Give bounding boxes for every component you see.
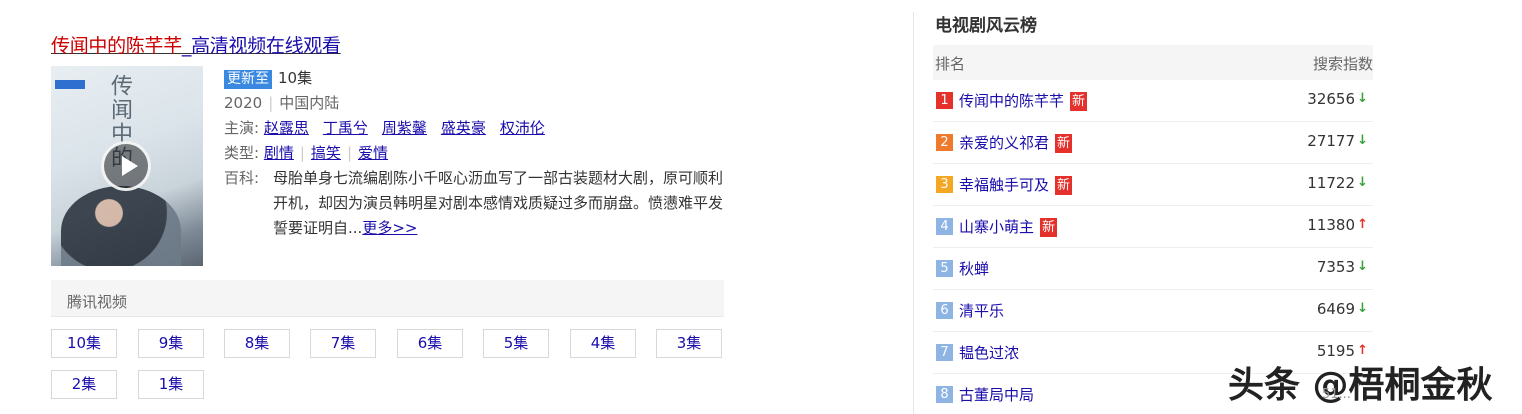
search-index-value: 32656 bbox=[1307, 90, 1355, 108]
more-link[interactable]: 更多>> bbox=[362, 219, 417, 237]
wiki-label: 百科: bbox=[224, 169, 260, 187]
source-name: 腾讯视频 bbox=[67, 293, 128, 311]
column-divider bbox=[913, 12, 914, 414]
watermark: 头条 @梧桐金秋 bbox=[1228, 365, 1493, 406]
watermark-small: 51... bbox=[1322, 387, 1351, 402]
genre-link[interactable]: 爱情 bbox=[358, 144, 388, 162]
rank-column-header: 排名 bbox=[935, 55, 966, 73]
wiki-description: 百科: 母胎单身七流编剧陈小千呕心沥血写了一部古装题材大剧，原可顺利开机，却因为… bbox=[224, 166, 724, 241]
ranking-header: 排名 搜索指数 bbox=[933, 45, 1373, 80]
rank-item-name[interactable]: 秋蝉 bbox=[959, 260, 989, 278]
update-row: 更新至 10集 bbox=[224, 66, 559, 91]
trend-down-icon: ↓ bbox=[1357, 91, 1368, 106]
ranking-row[interactable]: 6 清平乐 6469 ↓ bbox=[933, 290, 1373, 332]
episode-button[interactable]: 1集 bbox=[138, 370, 204, 399]
rank-item-link[interactable]: 清平乐 bbox=[959, 300, 1004, 321]
result-title-link[interactable]: 传闻中的陈芊芊_高清视频在线观看 bbox=[51, 31, 341, 58]
cast-link[interactable]: 周紫馨 bbox=[382, 119, 427, 137]
search-index-value: 11722 bbox=[1307, 174, 1355, 192]
update-badge: 更新至 bbox=[224, 70, 272, 89]
episode-button[interactable]: 2集 bbox=[51, 370, 117, 399]
rank-number-badge: 6 bbox=[936, 302, 953, 319]
episode-button[interactable]: 4集 bbox=[570, 329, 636, 358]
search-index-value: 7353 bbox=[1316, 258, 1355, 276]
source-bar: 腾讯视频 bbox=[51, 280, 724, 317]
ranking-row[interactable]: 3 幸福触手可及新 11722 ↓ bbox=[933, 164, 1373, 206]
year: 2020 bbox=[224, 94, 263, 112]
cast-link[interactable]: 赵露思 bbox=[264, 119, 309, 137]
rank-number-badge: 2 bbox=[936, 134, 953, 151]
episode-count: 10集 bbox=[278, 69, 313, 87]
new-badge: 新 bbox=[1055, 176, 1073, 195]
new-badge: 新 bbox=[1070, 92, 1088, 111]
genre-row: 类型: 剧情 | 搞笑 | 爱情 bbox=[224, 141, 559, 166]
rank-number-badge: 4 bbox=[936, 218, 953, 235]
rank-number-badge: 5 bbox=[936, 260, 953, 277]
trend-down-icon: ↓ bbox=[1357, 301, 1368, 316]
trend-down-icon: ↓ bbox=[1357, 259, 1368, 274]
wiki-text: 母胎单身七流编剧陈小千呕心沥血写了一部古装题材大剧，原可顺利开机，却因为演员韩明… bbox=[273, 169, 724, 237]
episode-button[interactable]: 7集 bbox=[310, 329, 376, 358]
episode-button[interactable]: 6集 bbox=[397, 329, 463, 358]
separator: | bbox=[299, 144, 305, 162]
ranking-row[interactable]: 5 秋蝉 7353 ↓ bbox=[933, 248, 1373, 290]
cast-label: 主演: bbox=[224, 119, 260, 137]
poster-logo-tag bbox=[55, 80, 85, 89]
trend-down-icon: ↓ bbox=[1357, 133, 1368, 148]
index-column-header: 搜索指数 bbox=[1312, 55, 1373, 73]
trend-down-icon: ↓ bbox=[1357, 175, 1368, 190]
trend-up-icon: ↑ bbox=[1357, 217, 1368, 232]
rank-item-name[interactable]: 亲爱的义祁君 bbox=[959, 134, 1049, 152]
rank-item-link[interactable]: 古董局中局 bbox=[959, 384, 1034, 405]
region: 中国内陆 bbox=[279, 94, 340, 112]
result-info: 更新至 10集 2020 | 中国内陆 主演: 赵露思 丁禹兮 周紫馨 盛英豪 权沛伦 类型:… bbox=[224, 66, 723, 237]
search-index-value: 11380 bbox=[1307, 216, 1355, 234]
title-rest[interactable]: _高清视频在线观看 bbox=[182, 35, 341, 57]
rank-number-badge: 3 bbox=[936, 176, 953, 193]
ranking-row[interactable]: 1 传闻中的陈芊芊新 32656 ↓ bbox=[933, 80, 1373, 122]
meta-row: 2020 | 中国内陆 bbox=[224, 91, 559, 116]
poster-thumbnail[interactable]: 传闻中的 bbox=[51, 66, 203, 266]
rank-item-name[interactable]: 幸福触手可及 bbox=[959, 176, 1049, 194]
new-badge: 新 bbox=[1040, 218, 1058, 237]
cast-link[interactable]: 盛英豪 bbox=[441, 119, 486, 137]
episode-button[interactable]: 3集 bbox=[656, 329, 722, 358]
rank-number-badge: 7 bbox=[936, 344, 953, 361]
ranking-row[interactable]: 4 山寨小萌主新 11380 ↑ bbox=[933, 206, 1373, 248]
rank-item-name[interactable]: 山寨小萌主 bbox=[959, 218, 1034, 236]
rank-number-badge: 1 bbox=[936, 92, 953, 109]
play-icon[interactable] bbox=[101, 141, 151, 191]
poster-figure bbox=[61, 186, 181, 266]
episode-button[interactable]: 9集 bbox=[138, 329, 204, 358]
rank-item-link[interactable]: 传闻中的陈芊芊新 bbox=[959, 90, 1088, 111]
rank-item-name[interactable]: 清平乐 bbox=[959, 302, 1004, 320]
genre-link[interactable]: 剧情 bbox=[264, 144, 294, 162]
rank-item-name[interactable]: 古董局中局 bbox=[959, 386, 1034, 404]
separator: | bbox=[346, 144, 352, 162]
search-index-value: 6469 bbox=[1316, 300, 1355, 318]
genre-link[interactable]: 搞笑 bbox=[311, 144, 341, 162]
episode-button[interactable]: 5集 bbox=[483, 329, 549, 358]
separator: | bbox=[268, 94, 274, 112]
rank-item-link[interactable]: 秋蝉 bbox=[959, 258, 989, 279]
episode-button[interactable]: 8集 bbox=[224, 329, 290, 358]
new-badge: 新 bbox=[1055, 134, 1073, 153]
rank-number-badge: 8 bbox=[936, 386, 953, 403]
ranking-row[interactable]: 2 亲爱的义祁君新 27177 ↓ bbox=[933, 122, 1373, 164]
rank-item-link[interactable]: 幸福触手可及新 bbox=[959, 174, 1073, 195]
cast-link[interactable]: 丁禹兮 bbox=[323, 119, 368, 137]
rank-item-link[interactable]: 山寨小萌主新 bbox=[959, 216, 1058, 237]
rank-item-link[interactable]: 亲爱的义祁君新 bbox=[959, 132, 1073, 153]
cast-link[interactable]: 权沛伦 bbox=[500, 119, 545, 137]
search-index-value: 27177 bbox=[1307, 132, 1355, 150]
cast-row: 主演: 赵露思 丁禹兮 周紫馨 盛英豪 权沛伦 bbox=[224, 116, 559, 141]
ranking-title: 电视剧风云榜 bbox=[935, 16, 1037, 36]
title-highlight[interactable]: 传闻中的陈芊芊 bbox=[51, 35, 182, 57]
episode-button[interactable]: 10集 bbox=[51, 329, 117, 358]
rank-item-link[interactable]: 韫色过浓 bbox=[959, 342, 1019, 363]
genre-label: 类型: bbox=[224, 144, 260, 162]
rank-item-name[interactable]: 传闻中的陈芊芊 bbox=[959, 92, 1064, 110]
rank-item-name[interactable]: 韫色过浓 bbox=[959, 344, 1019, 362]
